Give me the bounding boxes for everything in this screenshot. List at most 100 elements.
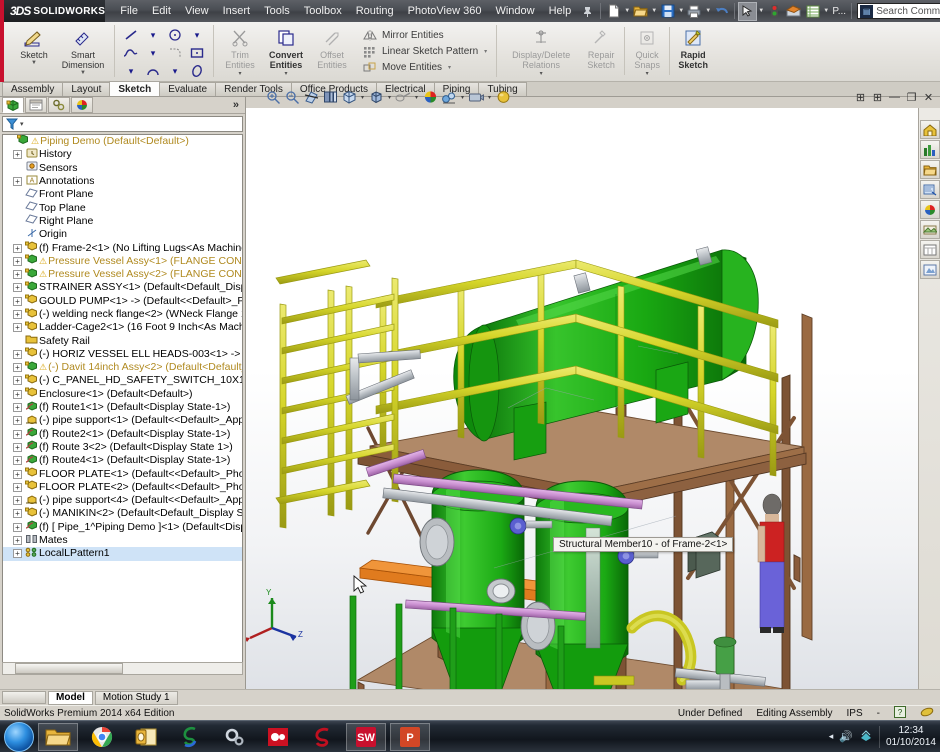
view-orientation-icon[interactable] xyxy=(321,88,339,106)
property-manager-tab[interactable] xyxy=(25,97,47,113)
drawing-views-icon[interactable] xyxy=(920,260,940,279)
tree-row[interactable]: +(f) Frame-2<1> (No Lifting Lugs<As Mach… xyxy=(3,241,242,254)
search-input[interactable]: ▤ Search Commands xyxy=(857,3,940,19)
tree-expand-toggle[interactable]: + xyxy=(13,523,22,532)
custom-properties-icon[interactable] xyxy=(920,240,940,259)
ellipse-icon[interactable] xyxy=(186,62,208,80)
tangent-edge-icon[interactable] xyxy=(920,706,934,721)
tree-expand-toggle[interactable]: + xyxy=(13,376,22,385)
tree-row[interactable]: +⚠Pressure Vessel Assy<1> (FLANGE CONFIG… xyxy=(3,255,242,268)
tab-model[interactable]: Model xyxy=(48,691,93,705)
menu-item-edit[interactable]: Edit xyxy=(145,2,178,20)
tab-scroll-buttons[interactable] xyxy=(2,691,46,704)
tree-row[interactable]: +(-) pipe support<4> (Default<<Default>_… xyxy=(3,494,242,507)
pin-icon[interactable] xyxy=(578,2,597,21)
move-entities-button[interactable]: Move Entities ▾ xyxy=(361,59,487,75)
tree-expand-toggle[interactable]: + xyxy=(13,430,22,439)
tree-row[interactable]: +⚠(-) Davit 14inch Assy<2> (Default<Defa… xyxy=(3,361,242,374)
repair-sketch-button[interactable]: Repair Sketch xyxy=(580,24,622,70)
tree-row[interactable]: +Enclosure<1> (Default<Default>) xyxy=(3,388,242,401)
tree-row[interactable]: +Ladder-Cage2<1> (16 Foot 9 Inch<As Mach… xyxy=(3,321,242,334)
tree-expand-toggle[interactable]: + xyxy=(13,403,22,412)
chrome-icon[interactable] xyxy=(82,723,122,751)
tree-expand-toggle[interactable]: + xyxy=(13,283,22,292)
design-library-icon[interactable] xyxy=(920,140,940,159)
tree-row[interactable]: Safety Rail xyxy=(3,334,242,347)
tree-expand-toggle[interactable]: + xyxy=(13,310,22,319)
hide-show-dropdown[interactable]: ▾ xyxy=(386,94,393,101)
tree-expand-toggle[interactable]: + xyxy=(13,456,22,465)
status-units-dropdown[interactable]: - xyxy=(877,708,880,719)
skype-s-icon[interactable] xyxy=(302,723,342,751)
tree-row[interactable]: Front Plane xyxy=(3,188,242,201)
new-document-dropdown[interactable]: ▼ xyxy=(623,8,631,14)
status-units[interactable]: IPS xyxy=(847,708,863,719)
spline-dropdown[interactable]: ▾ xyxy=(142,44,164,62)
tree-row[interactable]: +AAnnotations xyxy=(3,175,242,188)
tree-row[interactable]: Origin xyxy=(3,228,242,241)
linear-sketch-pattern-button[interactable]: Linear Sketch Pattern ▾ xyxy=(361,43,487,59)
toolbar-settings-dropdown[interactable]: ▼ xyxy=(822,8,830,14)
file-explorer-icon[interactable] xyxy=(920,160,940,179)
tile-horizontal-icon[interactable]: ⊞ xyxy=(853,91,868,104)
camera-dropdown[interactable]: ▾ xyxy=(486,94,493,101)
print-dropdown[interactable]: ▼ xyxy=(704,8,712,14)
options-icon[interactable] xyxy=(784,2,803,21)
outlook-icon[interactable] xyxy=(126,723,166,751)
select-arrow-icon[interactable] xyxy=(738,2,757,21)
display-manager-tab[interactable] xyxy=(71,97,93,113)
tree-expand-toggle[interactable]: + xyxy=(13,496,22,505)
tree-expand-toggle[interactable]: + xyxy=(13,350,22,359)
open-folder-icon[interactable] xyxy=(631,2,650,21)
smart-dimension-dropdown[interactable]: ▼ xyxy=(80,70,86,76)
tree-row[interactable]: +STRAINER ASSY<1> (Default<Default_Displ… xyxy=(3,281,242,294)
menu-item-insert[interactable]: Insert xyxy=(216,2,258,20)
tree-expand-toggle[interactable]: + xyxy=(13,270,22,279)
arc-icon[interactable] xyxy=(142,62,164,80)
tree-row[interactable]: +GOULD PUMP<1> -> (Default<<Default>_Pho… xyxy=(3,295,242,308)
tree-expand-toggle[interactable]: + xyxy=(13,416,22,425)
circle-icon[interactable] xyxy=(164,26,186,44)
line-icon[interactable] xyxy=(120,26,142,44)
tab-layout[interactable]: Layout xyxy=(62,82,110,96)
tree-row[interactable]: +(f) Route2<1> (Default<Display State-1>… xyxy=(3,428,242,441)
more-commands-label[interactable]: P... xyxy=(830,2,848,21)
tab-evaluate[interactable]: Evaluate xyxy=(159,82,216,96)
tree-row[interactable]: Sensors xyxy=(3,162,242,175)
edit-appearance-dropdown[interactable]: ▾ xyxy=(413,94,420,101)
view-settings-icon[interactable] xyxy=(440,88,458,106)
menu-item-toolbox[interactable]: Toolbox xyxy=(297,2,349,20)
select-dropdown[interactable]: ▼ xyxy=(757,8,765,14)
tree-root-row[interactable]: ⚠ Piping Demo (Default<Default>) xyxy=(3,135,242,148)
graphics-viewport[interactable]: X Y Z Structural Member10 - of Frame-2<1… xyxy=(246,108,940,689)
file-explorer-taskbar-icon[interactable] xyxy=(38,723,78,751)
tree-row[interactable]: +(f) Route4<1> (Default<Display State-1>… xyxy=(3,454,242,467)
tree-row[interactable]: +(f) [ Pipe_1^Piping Demo ]<1> (Default<… xyxy=(3,521,242,534)
menu-item-photoview360[interactable]: PhotoView 360 xyxy=(401,2,489,20)
tree-expand-toggle[interactable]: + xyxy=(13,323,22,332)
save-icon[interactable] xyxy=(658,2,677,21)
volume-icon[interactable]: 🔊 xyxy=(839,730,853,743)
tree-expand-toggle[interactable]: + xyxy=(13,536,22,545)
display-delete-relations-dropdown[interactable]: ▾ xyxy=(540,70,543,77)
convert-entities-dropdown[interactable]: ▾ xyxy=(284,70,287,77)
tree-row[interactable]: +FLOOR PLATE<2> (Default<<Default>_Photo… xyxy=(3,481,242,494)
sphere-icon[interactable] xyxy=(494,88,512,106)
edit-appearance-icon[interactable] xyxy=(394,88,412,106)
menu-item-tools[interactable]: Tools xyxy=(257,2,297,20)
menu-item-view[interactable]: View xyxy=(178,2,216,20)
close-doc-icon[interactable]: ✕ xyxy=(921,91,936,104)
trim-entities-button[interactable]: Trim Entities ▾ xyxy=(219,24,261,77)
tree-row[interactable]: +(f) Route1<1> (Default<Display State-1>… xyxy=(3,401,242,414)
rapid-sketch-button[interactable]: Rapid Sketch xyxy=(672,24,714,70)
move-entities-dropdown[interactable]: ▾ xyxy=(448,64,451,71)
feature-tree[interactable]: ⚠ Piping Demo (Default<Default>) +Histor… xyxy=(2,134,243,674)
tree-expand-toggle[interactable]: + xyxy=(13,257,22,266)
tree-row[interactable]: +(-) C_PANEL_HD_SAFETY_SWITCH_10X19X7<1>… xyxy=(3,374,242,387)
appearances-scenes-icon[interactable] xyxy=(920,220,940,239)
tree-expand-toggle[interactable]: + xyxy=(13,509,22,518)
tree-expand-toggle[interactable]: + xyxy=(13,549,22,558)
tile-vertical-icon[interactable]: ⊞ xyxy=(870,91,885,104)
tree-expand-toggle[interactable]: + xyxy=(13,390,22,399)
convert-entities-button[interactable]: Convert Entities ▾ xyxy=(261,24,311,77)
